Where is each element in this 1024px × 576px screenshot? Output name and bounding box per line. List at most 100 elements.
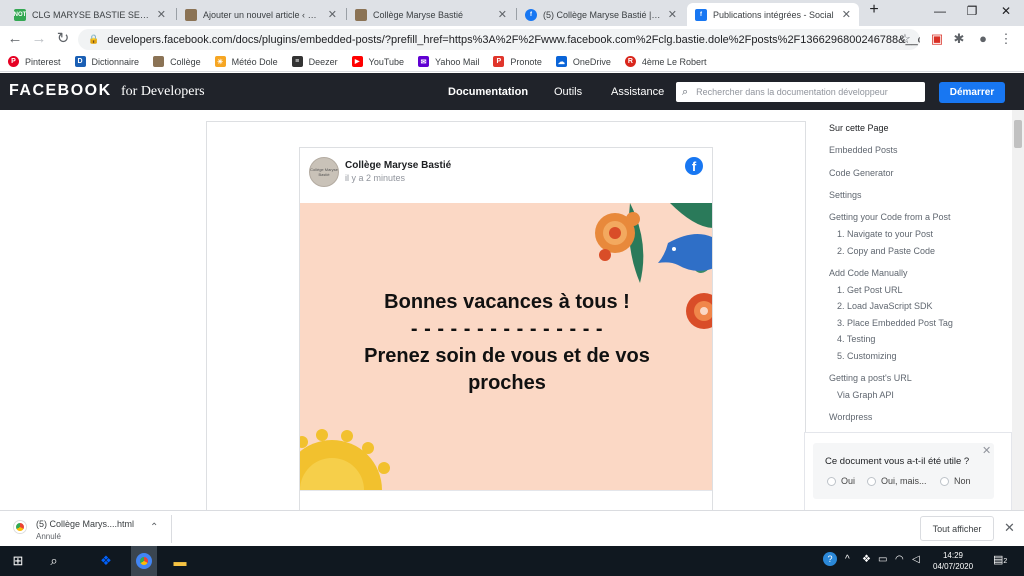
toc-item[interactable]: Code Generator <box>829 168 894 178</box>
divider <box>171 515 172 543</box>
bookmark-star-icon[interactable]: ☆ <box>897 31 913 47</box>
post-time[interactable]: il y a 2 minutes <box>345 173 405 183</box>
start-button[interactable]: Démarrer <box>939 82 1005 103</box>
for-developers-label[interactable]: for Developers <box>121 84 205 100</box>
close-icon[interactable]: ✕ <box>982 444 991 457</box>
notification-icon[interactable]: ▤2 <box>993 553 1007 566</box>
close-tab-icon[interactable]: ✕ <box>842 8 851 21</box>
toc-item[interactable]: Settings <box>829 190 862 200</box>
bookmark-meteo[interactable]: ☀ Météo Dole <box>214 56 278 67</box>
nav-assistance[interactable]: Assistance <box>611 86 664 98</box>
bookmark-onedrive[interactable]: ☁ OneDrive <box>555 56 611 67</box>
bookmark-youtube[interactable]: ▶ YouTube <box>351 56 404 67</box>
restore-icon[interactable]: ❐ <box>962 4 982 18</box>
bookmark-college[interactable]: Collège <box>153 56 201 67</box>
robert-icon: R <box>624 56 636 67</box>
close-tab-icon[interactable]: ✕ <box>157 8 166 21</box>
chrome-taskbar-icon[interactable] <box>131 546 157 576</box>
post-message: Bonnes vacances à tous ! - - - - - - - -… <box>300 289 712 397</box>
chevron-up-icon[interactable]: ⌃ <box>150 522 158 533</box>
nav-documentation[interactable]: Documentation <box>448 86 528 98</box>
tab-title: Ajouter un nouvel article ‹ Collè <box>203 9 322 20</box>
volume-icon[interactable]: ◁ <box>912 554 920 565</box>
page-avatar[interactable]: Collège Maryse Bastié <box>309 157 339 187</box>
browser-toolbar: ← → ↻ 🔒 developers.facebook.com/docs/plu… <box>0 26 1024 52</box>
post-line: proches <box>468 372 546 394</box>
bookmark-pronote[interactable]: P Pronote <box>493 56 542 67</box>
search-icon[interactable]: ⌕ <box>44 552 64 570</box>
close-window-icon[interactable]: ✕ <box>996 4 1016 18</box>
docs-search-input[interactable]: ⌕ Rechercher dans la documentation dével… <box>676 82 925 102</box>
toc-item[interactable]: Getting your Code from a Post <box>829 212 951 222</box>
puzzle-icon[interactable]: ✱ <box>951 31 967 47</box>
close-icon[interactable]: ✕ <box>1004 520 1015 536</box>
post-line: - - - - - - - - - - - - - - - <box>410 318 604 340</box>
tab-title: CLG MARYSE BASTIE SEGPA AM <box>32 9 151 20</box>
clock[interactable]: 14:29 04/07/2020 <box>933 550 973 572</box>
tab-title: (5) Collège Maryse Bastié | Face <box>543 9 662 20</box>
browser-tab[interactable]: f (5) Collège Maryse Bastié | Face ✕ <box>517 3 685 26</box>
address-bar[interactable]: 🔒 developers.facebook.com/docs/plugins/e… <box>78 29 920 50</box>
facebook-logo[interactable]: FACEBOOK <box>9 82 112 100</box>
feedback-option-oui[interactable]: Oui <box>827 476 855 486</box>
reload-icon[interactable]: ↻ <box>54 30 72 48</box>
college-icon <box>153 56 165 67</box>
feedback-option-non[interactable]: Non <box>940 476 971 486</box>
post-image[interactable]: Bonnes vacances à tous ! - - - - - - - -… <box>300 203 712 490</box>
bookmark-pinterest[interactable]: P Pinterest <box>8 56 61 67</box>
toc-subitem[interactable]: 4. Testing <box>837 334 875 344</box>
bookmark-yahoo[interactable]: ✉ Yahoo Mail <box>418 56 479 67</box>
profile-icon[interactable]: ● <box>975 31 991 47</box>
new-tab-icon[interactable]: + <box>864 1 884 19</box>
minimize-icon[interactable]: — <box>930 4 950 18</box>
toc-item[interactable]: Wordpress <box>829 412 872 422</box>
page-name[interactable]: Collège Maryse Bastié <box>345 160 451 171</box>
radio-icon[interactable] <box>867 476 876 486</box>
back-icon[interactable]: ← <box>6 30 24 48</box>
close-tab-icon[interactable]: ✕ <box>498 8 507 21</box>
help-icon[interactable]: ? <box>823 552 837 566</box>
toc-subitem[interactable]: 3. Place Embedded Post Tag <box>837 318 953 328</box>
bookmark-robert[interactable]: R 4ème Le Robert <box>624 56 706 67</box>
scrollbar-thumb[interactable] <box>1014 120 1022 148</box>
toc-subitem[interactable]: 2. Load JavaScript SDK <box>837 301 933 311</box>
show-all-button[interactable]: Tout afficher <box>920 516 994 541</box>
bookmark-dictionnaire[interactable]: D Dictionnaire <box>74 56 139 67</box>
browser-tab[interactable]: Ajouter un nouvel article ‹ Collè ✕ <box>177 3 345 26</box>
toc-subitem[interactable]: 5. Customizing <box>837 351 897 361</box>
dropbox-tray-icon[interactable]: ❖ <box>862 554 871 565</box>
feedback-option-oui-mais[interactable]: Oui, mais... <box>867 476 927 486</box>
chevron-up-icon[interactable]: ^ <box>845 554 850 565</box>
bookmark-label: Météo Dole <box>231 56 278 67</box>
browser-tab[interactable]: Collège Maryse Bastié ✕ <box>347 3 515 26</box>
radio-icon[interactable] <box>827 476 836 486</box>
notification-count: 2 <box>1003 558 1008 565</box>
radio-icon[interactable] <box>940 476 949 486</box>
toc-subitem[interactable]: Via Graph API <box>837 390 894 400</box>
close-tab-icon[interactable]: ✕ <box>328 8 337 21</box>
browser-tab[interactable]: NOT CLG MARYSE BASTIE SEGPA AM ✕ <box>6 3 174 26</box>
network-icon[interactable]: ▭ <box>878 554 887 565</box>
toc-subitem[interactable]: 2. Copy and Paste Code <box>837 246 935 256</box>
chrome-file-icon <box>14 521 26 533</box>
download-status: Annulé <box>36 532 61 541</box>
browser-tab-active[interactable]: f Publications intégrées - Social ✕ <box>687 3 859 26</box>
toc-item[interactable]: Add Code Manually <box>829 268 908 278</box>
nav-outils[interactable]: Outils <box>554 86 582 98</box>
close-tab-icon[interactable]: ✕ <box>668 8 677 21</box>
wifi-icon[interactable]: ◠ <box>895 554 904 565</box>
toc-subitem[interactable]: 1. Navigate to your Post <box>837 229 933 239</box>
toc-item[interactable]: Getting a post's URL <box>829 373 912 383</box>
forward-icon[interactable]: → <box>30 30 48 48</box>
bookmark-deezer[interactable]: ≡ Deezer <box>291 56 338 67</box>
facebook-icon[interactable]: f <box>685 157 703 175</box>
toc-subitem[interactable]: 1. Get Post URL <box>837 285 903 295</box>
scrollbar-track[interactable] <box>1012 110 1024 510</box>
more-menu-icon[interactable]: ⋮ <box>998 31 1014 47</box>
extension-icon[interactable]: ▣ <box>929 31 945 47</box>
dropbox-icon[interactable]: ❖ <box>96 552 116 570</box>
windows-start-icon[interactable]: ⊞ <box>8 552 28 570</box>
file-explorer-icon[interactable]: ▬ <box>170 552 190 570</box>
download-file-name[interactable]: (5) Collège Marys....html <box>36 519 134 529</box>
toc-item[interactable]: Embedded Posts <box>829 145 898 155</box>
